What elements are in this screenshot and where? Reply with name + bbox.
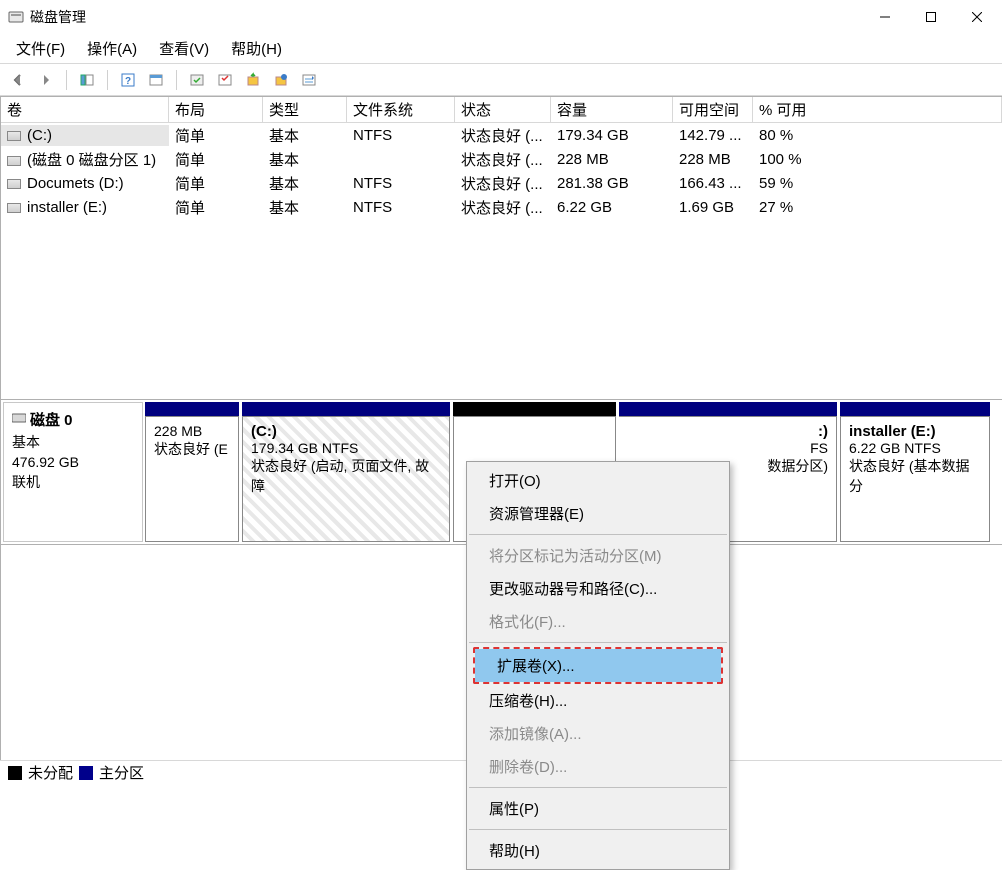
- show-hide-button[interactable]: [75, 68, 99, 92]
- table-row[interactable]: (C:)简单基本NTFS状态良好 (...179.34 GB142.79 ...…: [1, 123, 1002, 147]
- console-button[interactable]: [144, 68, 168, 92]
- menubar: 文件(F) 操作(A) 查看(V) 帮助(H): [0, 34, 1002, 64]
- refresh-button[interactable]: [185, 68, 209, 92]
- table-row[interactable]: (磁盘 0 磁盘分区 1)简单基本状态良好 (...228 MB228 MB10…: [1, 147, 1002, 171]
- ctx-delete: 删除卷(D)...: [467, 750, 729, 783]
- action-button-2[interactable]: [241, 68, 265, 92]
- disk-name: 磁盘 0: [30, 409, 73, 430]
- context-menu: 打开(O) 资源管理器(E) 将分区标记为活动分区(M) 更改驱动器号和路径(C…: [466, 461, 730, 870]
- table-row[interactable]: installer (E:)简单基本NTFS状态良好 (...6.22 GB1.…: [1, 195, 1002, 219]
- menu-action[interactable]: 操作(A): [77, 34, 147, 63]
- close-button[interactable]: [954, 0, 1000, 34]
- swatch-unallocated: [8, 766, 22, 780]
- legend-primary: 主分区: [99, 762, 144, 783]
- svg-text:?: ?: [125, 76, 131, 87]
- table-row[interactable]: Documets (D:)简单基本NTFS状态良好 (...281.38 GB1…: [1, 171, 1002, 195]
- partition[interactable]: (C:)179.34 GB NTFS状态良好 (启动, 页面文件, 故障: [242, 402, 450, 542]
- action-button-1[interactable]: [213, 68, 237, 92]
- th-free[interactable]: 可用空间: [673, 97, 753, 122]
- ctx-change-letter[interactable]: 更改驱动器号和路径(C)...: [467, 572, 729, 605]
- window-title: 磁盘管理: [30, 7, 86, 27]
- partition[interactable]: 228 MB状态良好 (E: [145, 402, 239, 542]
- th-volume[interactable]: 卷: [1, 97, 169, 122]
- disk-status: 联机: [12, 472, 134, 492]
- action-button-3[interactable]: [269, 68, 293, 92]
- disk-icon: [12, 412, 26, 427]
- ctx-open[interactable]: 打开(O): [467, 464, 729, 497]
- help-icon-button[interactable]: ?: [116, 68, 140, 92]
- disk-size: 476.92 GB: [12, 454, 134, 470]
- th-type[interactable]: 类型: [263, 97, 347, 122]
- forward-button[interactable]: [34, 68, 58, 92]
- th-status[interactable]: 状态: [455, 97, 551, 122]
- ctx-help[interactable]: 帮助(H): [467, 834, 729, 867]
- menu-file[interactable]: 文件(F): [6, 34, 75, 63]
- th-pct[interactable]: % 可用: [753, 97, 1002, 122]
- table-header: 卷 布局 类型 文件系统 状态 容量 可用空间 % 可用: [1, 97, 1002, 123]
- ctx-properties[interactable]: 属性(P): [467, 792, 729, 825]
- legend-unallocated: 未分配: [28, 762, 73, 783]
- ctx-shrink[interactable]: 压缩卷(H)...: [467, 684, 729, 717]
- th-capacity[interactable]: 容量: [551, 97, 673, 122]
- titlebar: 磁盘管理: [0, 0, 1002, 34]
- volume-table: 卷 布局 类型 文件系统 状态 容量 可用空间 % 可用 (C:)简单基本NTF…: [0, 96, 1002, 400]
- ctx-mark-active: 将分区标记为活动分区(M): [467, 539, 729, 572]
- disk-panel[interactable]: 磁盘 0 基本 476.92 GB 联机: [3, 402, 143, 542]
- ctx-explorer[interactable]: 资源管理器(E): [467, 497, 729, 530]
- th-layout[interactable]: 布局: [169, 97, 263, 122]
- back-button[interactable]: [6, 68, 30, 92]
- maximize-button[interactable]: [908, 0, 954, 34]
- toolbar: ?: [0, 64, 1002, 96]
- menu-help[interactable]: 帮助(H): [221, 34, 292, 63]
- disk-type: 基本: [12, 432, 134, 452]
- th-fs[interactable]: 文件系统: [347, 97, 455, 122]
- menu-view[interactable]: 查看(V): [149, 34, 219, 63]
- swatch-primary: [79, 766, 93, 780]
- ctx-format: 格式化(F)...: [467, 605, 729, 638]
- action-button-4[interactable]: [297, 68, 321, 92]
- minimize-button[interactable]: [862, 0, 908, 34]
- ctx-extend[interactable]: 扩展卷(X)...: [475, 649, 721, 682]
- app-icon: [8, 9, 24, 25]
- ctx-extend-highlight: 扩展卷(X)...: [473, 647, 723, 684]
- partition[interactable]: installer (E:)6.22 GB NTFS状态良好 (基本数据分: [840, 402, 990, 542]
- ctx-mirror: 添加镜像(A)...: [467, 717, 729, 750]
